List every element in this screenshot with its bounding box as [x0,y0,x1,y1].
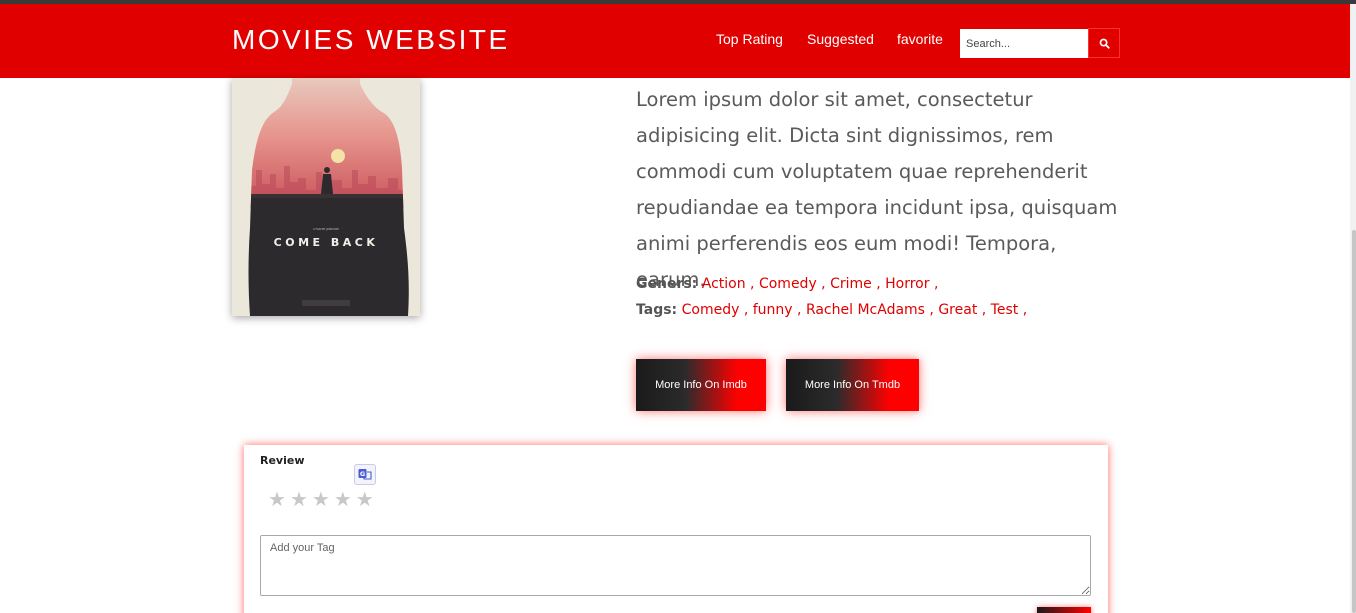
tag-link-comedy[interactable]: Comedy [682,302,740,318]
review-card: Review G ★ ★ ★ ★ ★ [244,445,1108,613]
genre-link-crime[interactable]: Crime [830,276,872,292]
star-icon-3[interactable]: ★ [312,488,330,510]
nav-link-favorite[interactable]: favorite [897,31,943,47]
tag-link-great[interactable]: Great [938,302,977,318]
genres-row: Geners: Action , Comedy , Crime , Horror… [636,276,939,292]
search-icon [1099,38,1110,49]
search-input[interactable] [960,29,1088,58]
genre-link-comedy[interactable]: Comedy [759,276,817,292]
tag-link-test[interactable]: Test [991,302,1019,318]
tag-link-funny[interactable]: funny [753,302,793,318]
star-icon-2[interactable]: ★ [290,488,308,510]
star-icon-1[interactable]: ★ [268,488,286,510]
tag-link-rachel-mcadams[interactable]: Rachel McAdams [806,302,925,318]
nav-link-top-rating[interactable]: Top Rating [716,31,783,47]
star-icon-5[interactable]: ★ [356,488,374,510]
review-title: Review [260,454,305,467]
nav-link-suggested[interactable]: Suggested [807,31,874,47]
tags-row: Tags: Comedy , funny , Rachel McAdams , … [636,302,1028,318]
poster-title: COME BACK [274,236,379,249]
search-button[interactable] [1088,28,1120,58]
page-scrollbar-thumb[interactable] [1352,230,1356,613]
star-icon-4[interactable]: ★ [334,488,352,510]
tags-label: Tags: [636,302,678,318]
genre-link-action[interactable]: Action [702,276,746,292]
svg-text:G: G [360,470,365,478]
movie-description: Lorem ipsum dolor sit amet, consectetur … [636,88,1118,291]
rating-stars[interactable]: ★ ★ ★ ★ ★ [268,488,374,510]
tag-textarea[interactable] [260,535,1091,596]
site-brand[interactable]: MOVIES WEBSITE [232,24,510,56]
submit-review-button[interactable] [1037,607,1091,613]
tmdb-info-button[interactable]: More Info On Tmdb [786,359,919,411]
genres-label: Geners: [636,276,698,292]
genre-link-horror[interactable]: Horror [885,276,929,292]
movie-poster: COME BACK A FILM BY JOHN DOE [232,78,420,316]
imdb-info-button[interactable]: More Info On Imdb [636,359,766,411]
navbar: MOVIES WEBSITE Top Rating Suggested favo… [0,4,1356,78]
poster-credit: A FILM BY JOHN DOE [313,227,339,231]
translate-icon[interactable]: G [354,464,376,485]
